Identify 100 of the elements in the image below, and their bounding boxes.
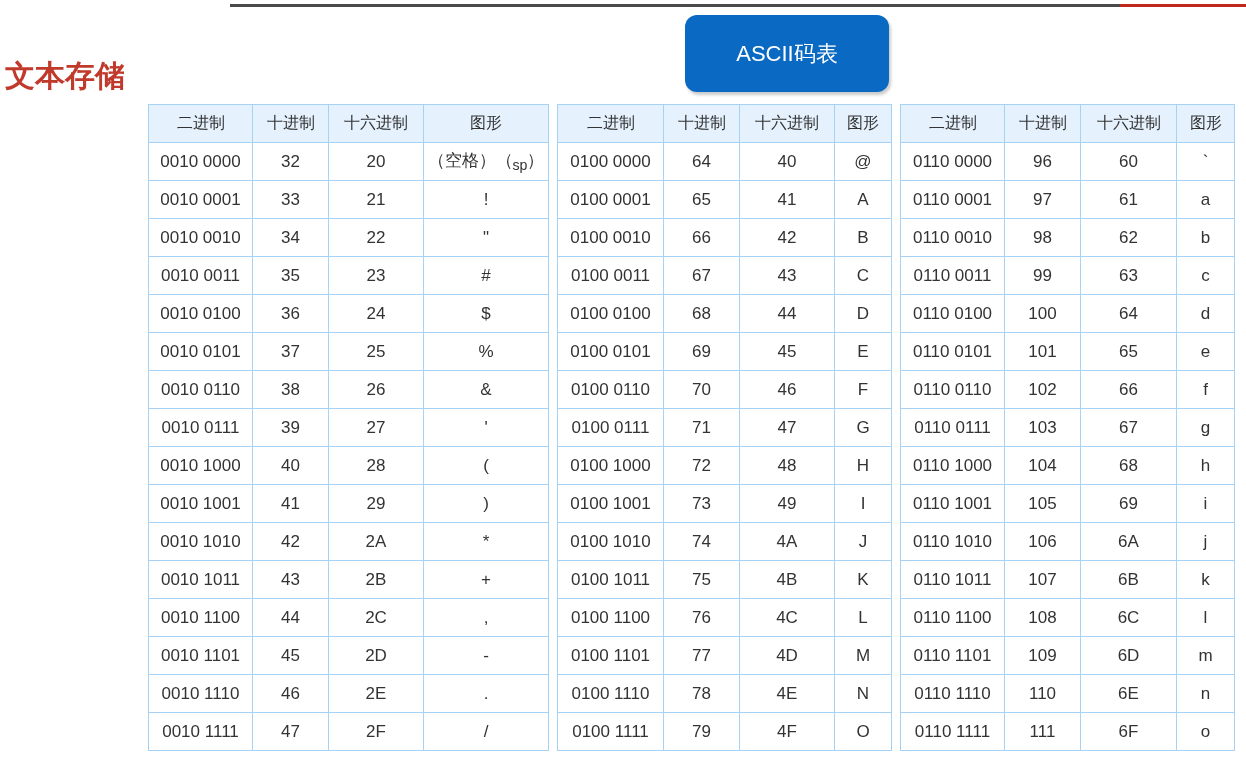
table-cell: 0110 0001 xyxy=(900,180,1005,219)
table-cell: 103 xyxy=(1004,408,1081,447)
slide-title: 文本存储 xyxy=(5,57,125,95)
table-cell: a xyxy=(1176,180,1235,219)
table-cell: @ xyxy=(834,142,892,181)
table-cell: 0010 1000 xyxy=(148,446,253,485)
table-cell: 69 xyxy=(1080,484,1177,523)
table-cell: 100 xyxy=(1004,294,1081,333)
table-cell: I xyxy=(834,484,892,523)
table-cell: F xyxy=(834,370,892,409)
table-cell: 6D xyxy=(1080,636,1177,675)
table-cell: 0100 0100 xyxy=(557,294,664,333)
table-cell: 0100 0111 xyxy=(557,408,664,447)
table-cell: 0100 1100 xyxy=(557,598,664,637)
table-cell: 0010 1010 xyxy=(148,522,253,561)
table-cell: - xyxy=(423,636,549,675)
table-cell: 0100 0010 xyxy=(557,218,664,257)
table-cell: 0100 1101 xyxy=(557,636,664,675)
table-cell: 0100 1001 xyxy=(557,484,664,523)
table-cell: 0100 1010 xyxy=(557,522,664,561)
table-cell: % xyxy=(423,332,549,371)
table-cell: 48 xyxy=(739,446,835,485)
table-cell: 0110 0101 xyxy=(900,332,1005,371)
table-cell: 0100 0001 xyxy=(557,180,664,219)
table-cell: 109 xyxy=(1004,636,1081,675)
table-cell: 67 xyxy=(663,256,740,295)
ascii-table-button[interactable]: ASCII码表 xyxy=(685,15,889,92)
table-cell: n xyxy=(1176,674,1235,713)
column-header: 十进制 xyxy=(252,104,329,143)
table-cell: 77 xyxy=(663,636,740,675)
table-cell: 0110 1111 xyxy=(900,712,1005,751)
table-cell: 0110 1001 xyxy=(900,484,1005,523)
table-cell: 65 xyxy=(1080,332,1177,371)
table-cell: , xyxy=(423,598,549,637)
table-cell: L xyxy=(834,598,892,637)
column-header: 图形 xyxy=(834,104,892,143)
table-cell: 34 xyxy=(252,218,329,257)
table-cell: 0100 0011 xyxy=(557,256,664,295)
table-cell: K xyxy=(834,560,892,599)
table-cell: 42 xyxy=(252,522,329,561)
table-cell: 0110 1101 xyxy=(900,636,1005,675)
table-cell: 4A xyxy=(739,522,835,561)
table-cell: 0100 0000 xyxy=(557,142,664,181)
table-cell: h xyxy=(1176,446,1235,485)
table-cell: 97 xyxy=(1004,180,1081,219)
table-cell: 38 xyxy=(252,370,329,409)
table-cell: 79 xyxy=(663,712,740,751)
table-cell: b xyxy=(1176,218,1235,257)
table-cell: 68 xyxy=(1080,446,1177,485)
table-cell: 23 xyxy=(328,256,424,295)
table-cell: ` xyxy=(1176,142,1235,181)
table-cell: 20 xyxy=(328,142,424,181)
table-cell: 33 xyxy=(252,180,329,219)
table-cell: 69 xyxy=(663,332,740,371)
table-cell: 71 xyxy=(663,408,740,447)
table-cell: 65 xyxy=(663,180,740,219)
table-cell: & xyxy=(423,370,549,409)
table-cell: 0110 1010 xyxy=(900,522,1005,561)
table-cell: 6C xyxy=(1080,598,1177,637)
table-cell: E xyxy=(834,332,892,371)
table-cell: 60 xyxy=(1080,142,1177,181)
table-cell: 47 xyxy=(739,408,835,447)
table-cell: （空格）（$_{sp}$） xyxy=(423,142,549,181)
table-cell: 4B xyxy=(739,560,835,599)
table-cell: l xyxy=(1176,598,1235,637)
table-cell: 6F xyxy=(1080,712,1177,751)
table-cell: 61 xyxy=(1080,180,1177,219)
table-cell: 63 xyxy=(1080,256,1177,295)
table-cell: 0110 0010 xyxy=(900,218,1005,257)
table-cell: 108 xyxy=(1004,598,1081,637)
column-header: 图形 xyxy=(423,104,549,143)
table-cell: 47 xyxy=(252,712,329,751)
table-cell: 0110 1100 xyxy=(900,598,1005,637)
table-cell: 67 xyxy=(1080,408,1177,447)
table-cell: * xyxy=(423,522,549,561)
table-cell: C xyxy=(834,256,892,295)
table-cell: 49 xyxy=(739,484,835,523)
table-cell: 66 xyxy=(663,218,740,257)
table-cell: 45 xyxy=(252,636,329,675)
table-cell: 4E xyxy=(739,674,835,713)
table-cell: 35 xyxy=(252,256,329,295)
table-cell: 44 xyxy=(252,598,329,637)
column-header: 二进制 xyxy=(148,104,253,143)
table-cell: 98 xyxy=(1004,218,1081,257)
table-cell: 107 xyxy=(1004,560,1081,599)
table-cell: 111 xyxy=(1004,712,1081,751)
table-cell: 25 xyxy=(328,332,424,371)
table-cell: o xyxy=(1176,712,1235,751)
table-cell: A xyxy=(834,180,892,219)
table-cell: / xyxy=(423,712,549,751)
table-cell: k xyxy=(1176,560,1235,599)
table-cell: f xyxy=(1176,370,1235,409)
table-cell: 68 xyxy=(663,294,740,333)
table-cell: 24 xyxy=(328,294,424,333)
table-cell: 4C xyxy=(739,598,835,637)
table-cell: # xyxy=(423,256,549,295)
table-cell: 36 xyxy=(252,294,329,333)
table-cell: 0010 0111 xyxy=(148,408,253,447)
table-cell: 64 xyxy=(663,142,740,181)
table-cell: 40 xyxy=(252,446,329,485)
